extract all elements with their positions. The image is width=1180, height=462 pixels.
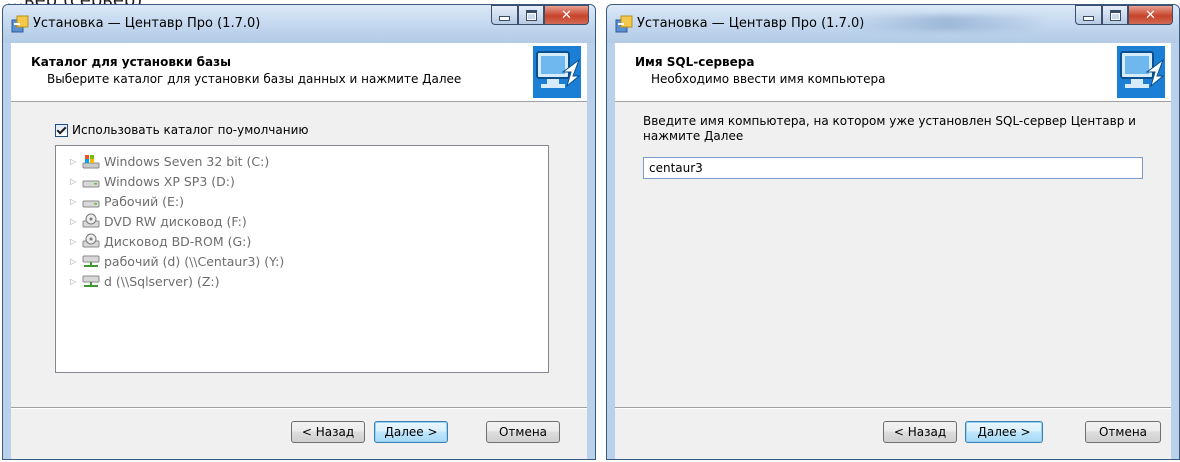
- hard-drive-icon: [82, 200, 100, 208]
- footer-separator: [615, 407, 1171, 408]
- expand-arrow-icon[interactable]: ▷: [70, 257, 80, 266]
- title-bar[interactable]: Установка — Центавр Про (1.7.0) ✕: [3, 5, 595, 43]
- tree-item-drive-d[interactable]: ▷ Windows XP SP3 (D:): [70, 171, 235, 191]
- optical-drive-icon: [82, 233, 100, 248]
- footer-separator: [11, 407, 587, 408]
- wizard-body: Введите имя компьютера, на котором уже у…: [615, 102, 1171, 407]
- cancel-button[interactable]: Отмена: [486, 421, 560, 443]
- maximize-icon: [1109, 9, 1121, 21]
- network-drive-icon: [82, 275, 100, 287]
- close-icon: ✕: [1145, 7, 1156, 23]
- checkbox-label: Использовать каталог по-умолчанию: [72, 123, 309, 137]
- maximize-icon: [525, 9, 537, 21]
- expand-arrow-icon[interactable]: ▷: [70, 277, 80, 286]
- minimize-icon: [1083, 15, 1094, 21]
- page-title: Имя SQL-сервера: [635, 55, 755, 69]
- tree-item-label: рабочий (d) (\\Centaur3) (Y:): [104, 253, 285, 269]
- system-drive-icon: [82, 155, 100, 169]
- tree-item-label: Дисковод BD-ROM (G:): [104, 233, 252, 249]
- back-button[interactable]: < Назад: [291, 421, 365, 443]
- tree-item-drive-c[interactable]: ▷ Windows Seven 32 bit (C:): [70, 151, 269, 171]
- tree-item-drive-z[interactable]: ▷ d (\\Sqlserver) (Z:): [70, 271, 220, 291]
- title-bar[interactable]: Установка — Центавр Про (1.7.0) ✕: [607, 5, 1179, 43]
- cancel-button[interactable]: Отмена: [1085, 421, 1161, 443]
- window-title: Установка — Центавр Про (1.7.0): [637, 16, 865, 31]
- server-name-prompt: Введите имя компьютера, на котором уже у…: [643, 114, 1136, 143]
- tree-item-label: DVD RW дисковод (F:): [104, 213, 247, 229]
- blurred-taskbar-preview: [847, 15, 1047, 31]
- back-button[interactable]: < Назад: [883, 421, 957, 443]
- tree-item-label: d (\\Sqlserver) (Z:): [104, 273, 220, 289]
- network-drive-icon: [82, 255, 100, 267]
- expand-arrow-icon[interactable]: ▷: [70, 177, 80, 186]
- checkbox-checked-icon[interactable]: [55, 123, 68, 137]
- wizard-header: Имя SQL-сервера Необходимо ввести имя ко…: [615, 43, 1171, 102]
- page-subtitle: Выберите каталог для установки базы данн…: [47, 72, 462, 86]
- tree-item-drive-f[interactable]: ▷ DVD RW дисковод (F:): [70, 211, 247, 231]
- page-subtitle: Необходимо ввести имя компьютера: [651, 72, 886, 86]
- tree-item-drive-e[interactable]: ▷ Рабочий (E:): [70, 191, 184, 211]
- maximize-button[interactable]: [1102, 5, 1128, 25]
- setup-wizard-icon: [533, 46, 581, 98]
- expand-arrow-icon[interactable]: ▷: [70, 197, 80, 206]
- wizard-client-area: Имя SQL-сервера Необходимо ввести имя ко…: [615, 43, 1171, 459]
- installer-window-right: Установка — Центавр Про (1.7.0) ✕ Имя SQ…: [606, 4, 1180, 460]
- minimize-button[interactable]: [491, 5, 518, 25]
- minimize-button[interactable]: [1075, 5, 1102, 25]
- optical-drive-icon: [82, 213, 100, 228]
- next-button[interactable]: Далее >: [965, 421, 1043, 443]
- use-default-folder-checkbox[interactable]: Использовать каталог по-умолчанию: [55, 123, 308, 137]
- folder-tree[interactable]: ▷ Windows Seven 32 bit (C:) ▷ Windows XP…: [55, 145, 549, 373]
- wizard-client-area: Каталог для установки базы Выберите ката…: [11, 43, 587, 459]
- wizard-body: Использовать каталог по-умолчанию ▷ Wind…: [11, 102, 587, 407]
- close-button[interactable]: ✕: [1128, 5, 1173, 25]
- page-title: Каталог для установки базы: [31, 55, 231, 69]
- tree-item-label: Windows XP SP3 (D:): [104, 173, 235, 189]
- installer-app-icon: [11, 15, 29, 33]
- tree-item-drive-g[interactable]: ▷ Дисковод BD-ROM (G:): [70, 231, 251, 251]
- minimize-icon: [499, 15, 510, 21]
- installer-app-icon: [615, 15, 633, 33]
- close-button[interactable]: ✕: [544, 5, 589, 25]
- next-button[interactable]: Далее >: [374, 421, 448, 443]
- installer-window-left: Установка — Центавр Про (1.7.0) ✕ Катало…: [2, 4, 596, 460]
- expand-arrow-icon[interactable]: ▷: [70, 237, 80, 246]
- expand-arrow-icon[interactable]: ▷: [70, 157, 80, 166]
- tree-item-label: Рабочий (E:): [104, 193, 185, 209]
- expand-arrow-icon[interactable]: ▷: [70, 217, 80, 226]
- tree-item-drive-y[interactable]: ▷ рабочий (d) (\\Centaur3) (Y:): [70, 251, 284, 271]
- window-title: Установка — Центавр Про (1.7.0): [33, 16, 261, 31]
- server-name-input[interactable]: [643, 157, 1143, 179]
- close-icon: ✕: [561, 7, 572, 23]
- setup-wizard-icon: [1117, 46, 1165, 98]
- tree-item-label: Windows Seven 32 bit (C:): [104, 153, 270, 169]
- wizard-header: Каталог для установки базы Выберите ката…: [11, 43, 587, 102]
- maximize-button[interactable]: [518, 5, 544, 25]
- hard-drive-icon: [82, 180, 100, 188]
